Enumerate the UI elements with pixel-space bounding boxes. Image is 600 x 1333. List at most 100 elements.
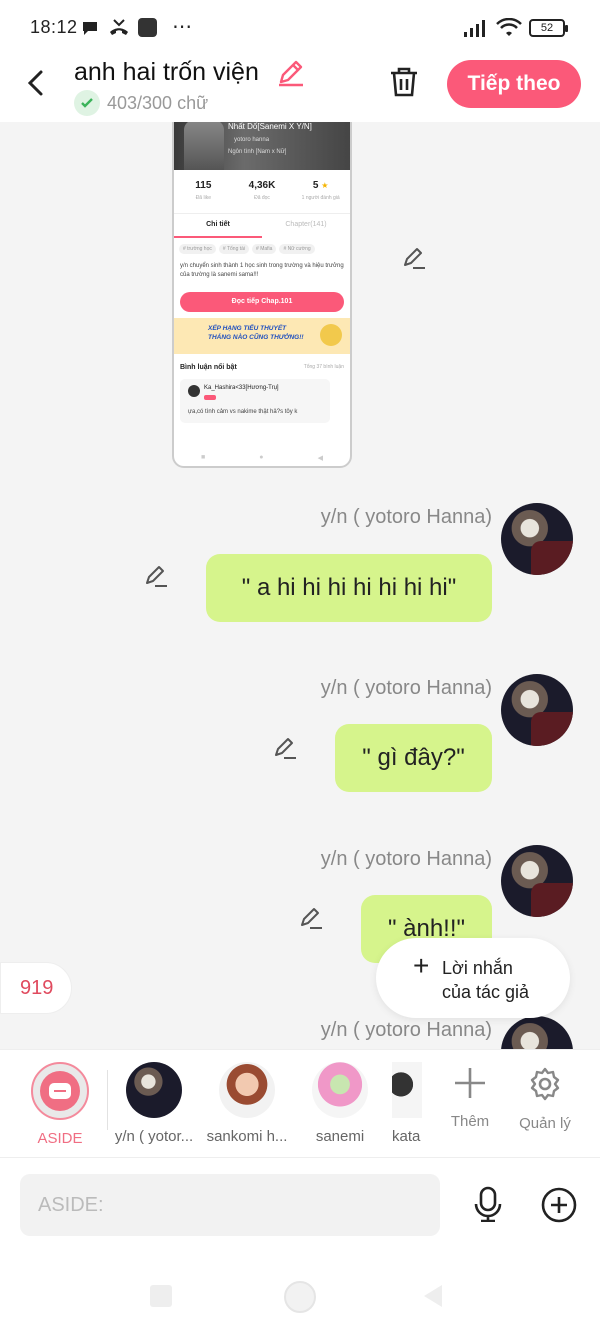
level-badge (204, 395, 216, 400)
circle-icon: ● (259, 454, 264, 461)
comment-text: ựa,có tình cảm vs nakime thật hả?s tôy k (188, 409, 298, 415)
avatar (392, 1062, 422, 1118)
input-bar (0, 1157, 600, 1253)
avatar[interactable] (501, 674, 573, 746)
check-icon (74, 90, 100, 116)
status-bar: 18:12 ⋯ 52 (0, 0, 600, 56)
comments-title: Bình luận nổi bật (180, 364, 237, 371)
edit-title-icon[interactable] (276, 58, 306, 88)
star-icon: ★ (321, 181, 329, 190)
message-bubble[interactable]: " gì đây?" (335, 724, 492, 792)
comment-user: Ka_Hashira<33[Hương-Trụ] (204, 385, 279, 391)
edit-message-icon[interactable] (297, 904, 325, 932)
story-cover (184, 122, 224, 170)
missed-call-icon (110, 19, 128, 35)
story-stats: 115 Đã like 4,36K Đã đọc 5 ★ 1 người đánh g… (174, 170, 350, 214)
microphone-icon[interactable] (470, 1186, 506, 1222)
chat-bubble-icon (83, 22, 97, 35)
avatar (219, 1062, 275, 1118)
character-label: sankomi h... (206, 1128, 288, 1145)
screenshot-nav: ■ ● ◀ (174, 454, 350, 462)
ranking-line1: XẾP HẠNG TIỂU THUYẾT (208, 325, 287, 332)
story-title: anh hai trốn viện (74, 58, 259, 86)
story-banner: Nhất Dố[Sanemi X Y/N] yotoro hanna Ngôn … (174, 122, 350, 170)
plus-icon: + (413, 950, 430, 981)
tag: # trường học (179, 244, 216, 254)
plus-icon (455, 1068, 485, 1098)
story-screenshot-image[interactable]: Nhất Dố[Sanemi X Y/N] yotoro hanna Ngôn … (172, 122, 352, 468)
avatar (126, 1062, 182, 1118)
character-aside[interactable]: ASIDE (10, 1062, 110, 1147)
avatar[interactable] (501, 1016, 573, 1049)
character-bar: ASIDE y/n ( yotor... sankomi h... sanemi… (0, 1049, 600, 1157)
character-sanemi[interactable]: sanemi (290, 1062, 390, 1145)
tag: # Tổng tài (218, 244, 250, 254)
author-note-line1: Lời nhắn (442, 958, 513, 978)
comment-card: Ka_Hashira<33[Hương-Trụ] ựa,có tình cảm … (180, 379, 330, 423)
message-sender: y/n ( yotoro Hanna) (320, 506, 492, 528)
stat-reads: 4,36K Đã đọc (248, 180, 276, 201)
comments-header: Bình luận nổi bật Tổng 37 bình luận (174, 354, 350, 371)
story-card-title: Nhất Dố[Sanemi X Y/N] (228, 122, 312, 131)
avatar (188, 385, 200, 397)
word-count-text: 403/300 chữ (107, 92, 209, 113)
back-triangle-icon: ◀ (317, 455, 323, 462)
home-button[interactable] (284, 1281, 316, 1313)
character-kata[interactable]: kata (392, 1062, 422, 1145)
manage-characters-button[interactable]: Quản lý (515, 1066, 575, 1132)
manage-label: Quản lý (519, 1115, 571, 1132)
app-notification-icon (138, 18, 157, 37)
gear-icon (530, 1067, 560, 1101)
add-label: Thêm (450, 1113, 490, 1130)
avatar[interactable] (501, 503, 573, 575)
add-circle-icon[interactable] (540, 1186, 578, 1224)
character-label: ASIDE (37, 1130, 83, 1147)
edit-message-icon[interactable] (271, 734, 299, 762)
message-input[interactable] (20, 1174, 440, 1236)
author-note-button[interactable]: + Lời nhắn của tác giả (376, 938, 570, 1018)
author-note-line2: của tác giả (442, 982, 530, 1002)
more-notifications-icon: ⋯ (172, 16, 192, 38)
avatar[interactable] (501, 845, 573, 917)
comment-count-badge[interactable]: 919 (0, 962, 72, 1014)
trophy-icon (320, 324, 342, 346)
message-sender: y/n ( yotoro Hanna) (320, 677, 492, 699)
trash-icon[interactable] (386, 64, 422, 100)
aside-icon (31, 1062, 89, 1120)
message-bubble[interactable]: " a hi hi hi hi hi hi hi" (206, 554, 492, 622)
avatar (312, 1062, 368, 1118)
tag: # Nữ cường (279, 244, 315, 254)
recent-apps-button[interactable] (150, 1285, 172, 1307)
editor-header: anh hai trốn viện 403/300 chữ Tiếp theo (0, 56, 600, 122)
battery-icon: 52 (529, 19, 568, 37)
system-navigation (0, 1253, 600, 1333)
tag: # Mafia (252, 244, 277, 254)
square-icon: ■ (201, 454, 206, 461)
wifi-icon (496, 18, 522, 36)
stat-likes: 115 Đã like (195, 180, 212, 201)
character-sankomi[interactable]: sankomi h... (197, 1062, 297, 1145)
signal-icon (464, 20, 485, 37)
status-time: 18:12 (30, 17, 78, 37)
system-back-button[interactable] (424, 1285, 442, 1307)
message-sender: y/n ( yotoro Hanna) (320, 1019, 492, 1041)
story-card-genre: Ngôn tình [Nam x Nữ] (228, 149, 287, 155)
edit-message-icon[interactable] (400, 244, 428, 272)
read-continue-button: Đọc tiếp Chap.101 (180, 292, 344, 312)
story-card-author: yotoro hanna (234, 137, 270, 143)
story-tabs: Chi tiết Chapter(141) (174, 214, 350, 238)
add-character-button[interactable]: Thêm (440, 1066, 500, 1130)
tab-chapters: Chapter(141) (285, 221, 327, 228)
character-label: sanemi (315, 1128, 365, 1145)
message-sender: y/n ( yotoro Hanna) (320, 848, 492, 870)
character-yn[interactable]: y/n ( yotor... (104, 1062, 204, 1145)
chat-area[interactable]: Nhất Dố[Sanemi X Y/N] yotoro hanna Ngôn … (0, 122, 600, 1049)
ranking-line2: THÁNG NÀO CŨNG THƯỞNG!! (208, 334, 304, 341)
back-button[interactable] (22, 68, 52, 98)
word-count: 403/300 chữ (74, 90, 208, 116)
edit-message-icon[interactable] (142, 562, 170, 590)
character-label: kata (392, 1128, 421, 1145)
story-tags: # trường học # Tổng tài # Mafia # Nữ cườ… (174, 238, 350, 260)
next-button[interactable]: Tiếp theo (447, 60, 581, 108)
tab-details: Chi tiết (174, 214, 262, 238)
